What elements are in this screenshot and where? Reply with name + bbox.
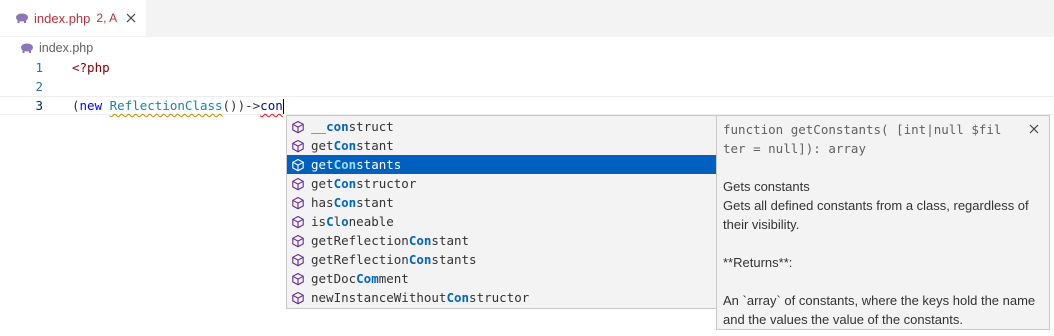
suggestion-item[interactable]: getConstants <box>287 155 716 174</box>
code-line: 1 <?php <box>0 58 1054 77</box>
method-cube-icon <box>292 196 304 209</box>
label-match: o <box>341 214 349 229</box>
label-part: stant <box>356 138 394 153</box>
label-part: is <box>311 214 327 229</box>
doc-description: Gets all defined constants from a class,… <box>723 198 1029 232</box>
suggestion-label: hasConstant <box>311 195 394 210</box>
signature-line: function getConstants( [int|null $fil <box>723 122 1002 137</box>
close-icon[interactable] <box>1029 124 1039 134</box>
label-match: Con <box>333 195 357 210</box>
method-cube-icon <box>292 215 304 228</box>
code-line: 2 <box>0 77 1054 96</box>
method-cube-icon <box>292 120 304 133</box>
suggestion-item[interactable]: newInstanceWithoutConstructor <box>287 288 716 307</box>
breadcrumb-file[interactable]: index.php <box>39 41 93 55</box>
method-cube-icon <box>292 234 304 247</box>
label-part: getReflection <box>311 252 409 267</box>
suggestion-label: __construct <box>311 119 394 134</box>
tab-problem-status: 2, A <box>96 11 118 25</box>
keyword-new: new <box>79 98 103 113</box>
method-cube-icon <box>292 253 304 266</box>
label-part: get <box>311 157 334 172</box>
doc-summary: Gets constants <box>723 179 810 194</box>
label-part: has <box>311 195 334 210</box>
code-text: <?php <box>72 60 110 75</box>
label-part: __ <box>311 119 327 134</box>
line-number: 1 <box>35 60 43 75</box>
doc-returns-text: An `array` of constants, where the keys … <box>723 293 1036 327</box>
label-match: Com <box>356 271 379 286</box>
suggestion-label: getDocComment <box>311 271 409 286</box>
documentation: Gets constants Gets all defined constant… <box>723 177 1043 329</box>
method-cube-icon <box>292 272 304 285</box>
label-part: stants <box>431 252 477 267</box>
suggestion-label: isCloneable <box>311 214 394 229</box>
suggestion-item[interactable]: hasConstant <box>287 193 716 212</box>
typed-member: con <box>260 98 283 113</box>
suggestion-label: getConstant <box>311 138 394 153</box>
suggestion-item[interactable]: __construct <box>287 117 716 136</box>
method-cube-icon <box>292 177 304 190</box>
breadcrumb: index.php <box>20 39 93 57</box>
suggestion-label: getConstants <box>311 157 401 172</box>
label-part: newInstanceWithout <box>311 290 447 305</box>
method-cube-icon <box>292 139 304 152</box>
line-number: 2 <box>35 79 43 94</box>
class-name: ReflectionClass <box>109 98 223 113</box>
code-text: (new ReflectionClass())->con <box>72 97 284 114</box>
label-part: getReflection <box>311 233 409 248</box>
php-elephant-icon <box>21 43 33 53</box>
label-part: stant <box>356 195 394 210</box>
tab-index-php[interactable]: index.php 2, A <box>0 0 147 36</box>
label-part: structor <box>356 176 417 191</box>
suggestion-label: getReflectionConstant <box>311 233 469 248</box>
php-elephant-icon <box>16 13 28 23</box>
suggestion-label: getReflectionConstants <box>311 252 477 267</box>
label-part: ment <box>378 271 409 286</box>
method-cube-icon <box>292 158 304 171</box>
method-cube-icon <box>292 291 304 304</box>
label-part: stant <box>431 233 470 248</box>
label-part: getDoc <box>311 271 357 286</box>
label-part: neable <box>348 214 394 229</box>
doc-returns-heading: **Returns**: <box>723 255 793 270</box>
label-part: get <box>311 176 334 191</box>
open-paren: ( <box>72 98 80 113</box>
suggestion-item[interactable]: isCloneable <box>287 212 716 231</box>
suggestion-item[interactable]: getConstructor <box>287 174 716 193</box>
suggestion-item[interactable]: getReflectionConstants <box>287 250 716 269</box>
label-part: stants <box>356 157 402 172</box>
line-number: 3 <box>35 98 43 113</box>
label-part: struct <box>348 119 394 134</box>
label-match: con <box>326 119 349 134</box>
label-match: Con <box>446 290 470 305</box>
text-cursor <box>282 99 284 114</box>
label-match: Con <box>408 233 432 248</box>
label-part: structor <box>469 290 530 305</box>
call-chain: ())-> <box>222 98 261 113</box>
suggestion-list[interactable]: __construct getConstant getConstants getCon… <box>286 115 717 309</box>
current-code-line: 3 (new ReflectionClass())->con <box>0 96 1054 115</box>
suggestion-item[interactable]: getReflectionConstant <box>287 231 716 250</box>
tab-label: index.php <box>34 10 91 26</box>
signature: function getConstants( [int|null $fil te… <box>723 120 1023 158</box>
suggestion-label: getConstructor <box>311 176 416 191</box>
label-match: Con <box>408 252 432 267</box>
label-match: C <box>326 214 334 229</box>
signature-line: ter = null]): array <box>723 141 866 156</box>
suggestion-item[interactable]: getDocComment <box>287 269 716 288</box>
label-part: l <box>333 214 342 229</box>
label-match: Con <box>333 157 357 172</box>
suggestion-details: function getConstants( [int|null $fil te… <box>716 115 1050 330</box>
suggestion-item[interactable]: getConstant <box>287 136 716 155</box>
label-match: Con <box>333 176 357 191</box>
close-icon[interactable] <box>126 13 136 23</box>
suggestion-label: newInstanceWithoutConstructor <box>311 290 529 305</box>
label-part: get <box>311 138 334 153</box>
label-match: Con <box>333 138 357 153</box>
tab-bar: index.php 2, A <box>0 0 1054 37</box>
